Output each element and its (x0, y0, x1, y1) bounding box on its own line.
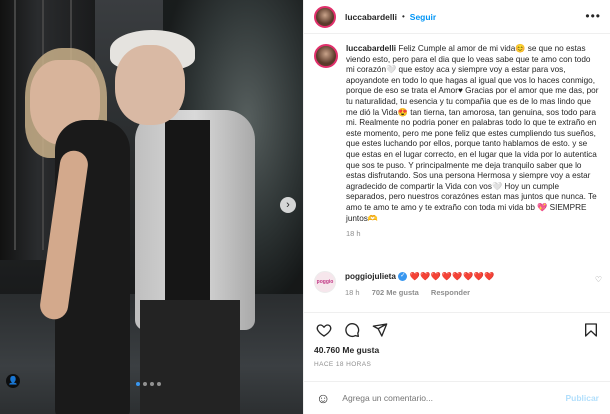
comment-input[interactable] (342, 393, 543, 403)
post-caption: luccabardelli Feliz Cumple al amor de mi… (314, 44, 604, 240)
post-header: luccabardelli • Seguir ••• (304, 0, 610, 34)
carousel-dot-active (136, 382, 140, 386)
heart-icon[interactable] (316, 322, 332, 343)
caption-body: luccabardelli Feliz Cumple al amor de mi… (346, 44, 601, 240)
reply-button[interactable]: Responder (431, 288, 470, 297)
caption-age: 18 h (346, 229, 361, 239)
action-icons (316, 322, 388, 343)
comment-body: poggiojulieta ✓ ❤️❤️❤️❤️❤️❤️❤️❤️ 18 h 70… (345, 271, 585, 297)
comment-text: ❤️❤️❤️❤️❤️❤️❤️❤️ (409, 272, 496, 281)
comment-line: poggiojulieta ✓ ❤️❤️❤️❤️❤️❤️❤️❤️ (345, 271, 585, 282)
carousel-dot (157, 382, 161, 386)
post-side-panel: luccabardelli • Seguir ••• luccabardelli… (303, 0, 610, 414)
post-photo[interactable]: › 👤 (0, 0, 303, 414)
man-head (115, 45, 185, 125)
tagged-users-icon[interactable]: 👤 (6, 374, 20, 388)
bookmark-icon[interactable] (583, 322, 599, 343)
comment-username[interactable]: poggiojulieta (345, 272, 396, 281)
likes-count[interactable]: 40.760 Me gusta (314, 345, 379, 355)
comment-icon[interactable] (344, 322, 360, 343)
comment-avatar[interactable]: poggio (314, 271, 336, 293)
comment-likes[interactable]: 702 Me gusta (372, 288, 419, 297)
man-shirt (165, 120, 210, 300)
building-line (14, 0, 16, 250)
comment-meta: 18 h 702 Me gusta Responder (345, 288, 585, 297)
share-icon[interactable] (372, 322, 388, 343)
post-timestamp: HACE 18 HORAS (314, 361, 372, 368)
caption-text: Feliz Cumple al amor de mi vida😊 se que … (346, 44, 599, 223)
more-options-icon[interactable]: ••• (585, 9, 601, 23)
man-pants (140, 300, 240, 414)
header-separator: • (401, 12, 405, 21)
comment-item: poggio poggiojulieta ✓ ❤️❤️❤️❤️❤️❤️❤️❤️ … (314, 271, 604, 297)
caption-author-avatar[interactable] (314, 44, 338, 68)
carousel-dot (143, 382, 147, 386)
verified-badge-icon: ✓ (398, 272, 408, 282)
caption-username[interactable]: luccabardelli (346, 44, 396, 53)
next-slide-button[interactable]: › (280, 197, 296, 213)
publish-button[interactable]: Publicar (565, 393, 599, 403)
carousel-dot (150, 382, 154, 386)
comment-like-icon[interactable]: ♡ (595, 275, 602, 284)
emoji-icon[interactable]: ☺ (316, 390, 330, 406)
follow-button[interactable]: Seguir (410, 12, 436, 22)
instagram-post-modal: › 👤 luccabardelli • Seguir ••• luccabard… (0, 0, 610, 414)
comment-age: 18 h (345, 288, 360, 297)
add-comment-bar: ☺ Publicar (304, 381, 610, 414)
author-avatar[interactable] (314, 5, 336, 28)
carousel-dots (136, 382, 161, 386)
author-username[interactable]: luccabardelli (345, 12, 397, 22)
